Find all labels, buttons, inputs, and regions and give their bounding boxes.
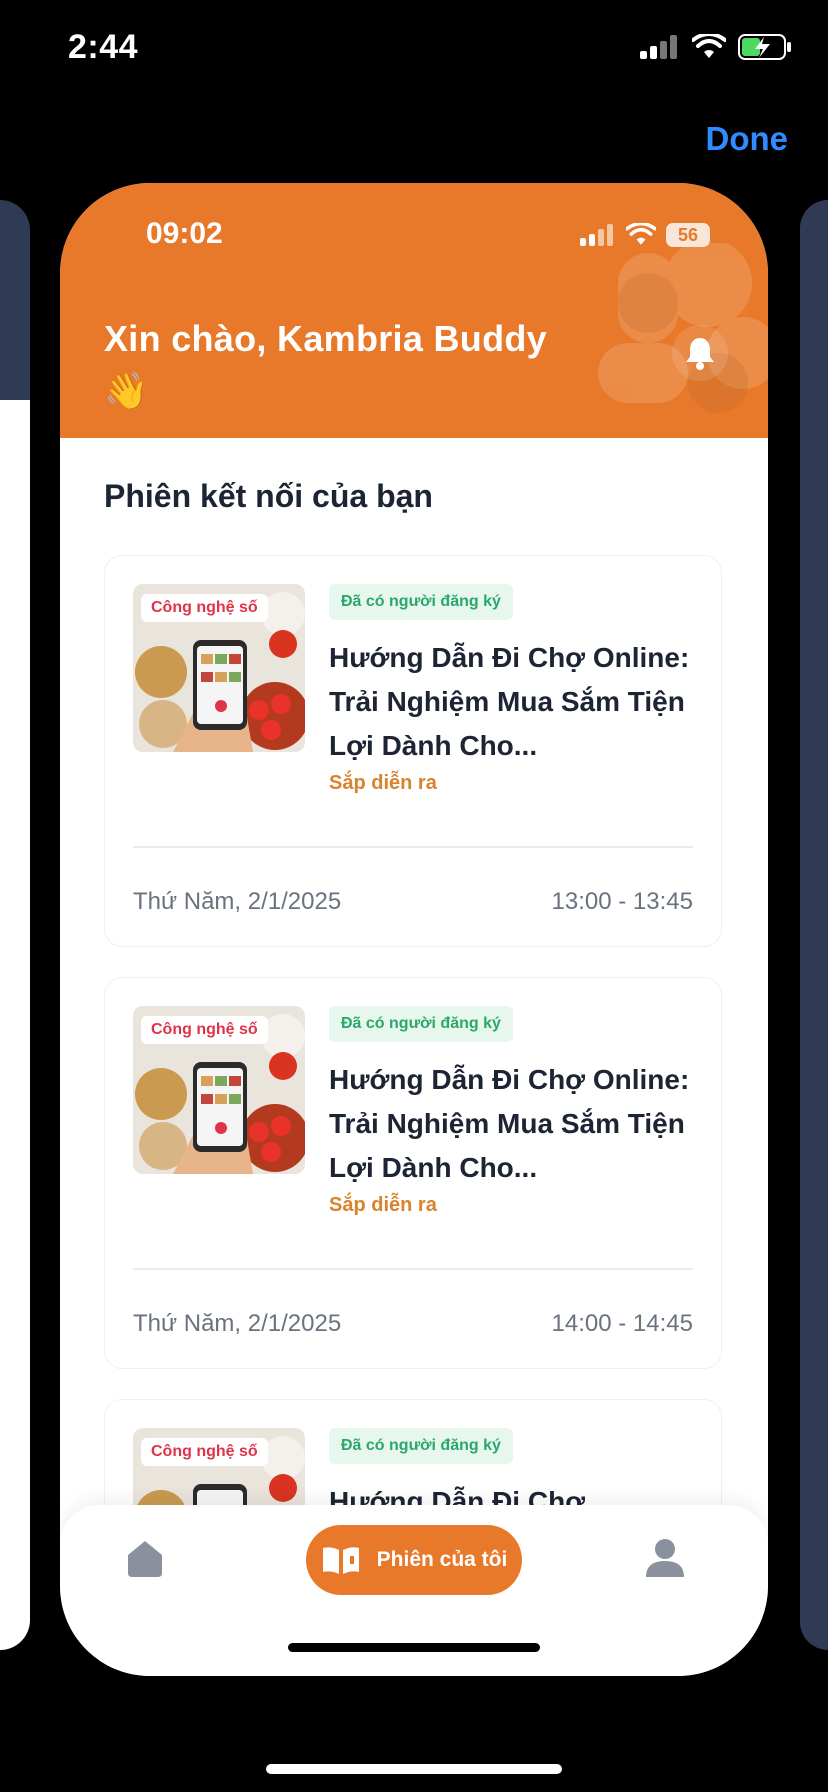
tab-my-sessions-label: Phiên của tôi — [376, 1548, 508, 1571]
app-home-indicator — [288, 1643, 540, 1652]
app-status-icons: 56 — [580, 223, 710, 247]
session-date: Thứ Năm, 2/1/2025 — [133, 1310, 342, 1337]
section-title: Phiên kết nối của bạn — [104, 478, 433, 514]
system-time: 2:44 — [68, 28, 139, 66]
card-divider — [133, 1268, 693, 1270]
category-tag: Công nghệ số — [141, 1438, 268, 1466]
category-tag: Công nghệ số — [141, 594, 268, 622]
system-home-indicator[interactable] — [266, 1764, 562, 1774]
tab-my-sessions[interactable]: Phiên của tôi — [306, 1525, 522, 1595]
session-title: Hướng Dẫn Đi Chợ Online: Trải Nghiệm Mua… — [329, 642, 690, 761]
session-card[interactable]: Công nghệ số Đã có người đăng ký Hướng D… — [104, 977, 722, 1369]
session-date: Thứ Năm, 2/1/2025 — [133, 888, 342, 915]
cellular-signal-icon — [580, 224, 613, 246]
category-tag: Công nghệ số — [141, 1016, 268, 1044]
card-divider — [133, 846, 693, 848]
session-state: Sắp diễn ra — [329, 772, 437, 794]
wifi-icon — [692, 34, 726, 58]
session-time: 13:00 - 13:45 — [551, 888, 693, 915]
app-header: 09:02 56 Xin chào, Kambria Buddy 👋 — [60, 183, 768, 438]
session-time: 14:00 - 14:45 — [551, 1310, 693, 1337]
session-thumbnail: Công nghệ số — [133, 1006, 305, 1174]
app-preview-window[interactable]: 09:02 56 Xin chào, Kambria Buddy 👋 Phiên — [60, 183, 768, 1676]
app-status-time: 09:02 — [146, 217, 223, 250]
session-title: Hướng Dẫn Đi Chợ Online: Trải Nghiệm Mua… — [329, 1064, 690, 1183]
header-decoration — [598, 243, 768, 413]
left-app-preview[interactable] — [0, 200, 30, 1650]
registration-status-badge: Đã có người đăng ký — [329, 1006, 513, 1042]
session-card[interactable]: Công nghệ số Đã có người đăng ký Hướng D… — [104, 555, 722, 947]
registration-status-badge: Đã có người đăng ký — [329, 1428, 513, 1464]
done-button[interactable]: Done — [706, 120, 789, 158]
wifi-icon — [626, 223, 656, 245]
system-status-icons — [640, 34, 792, 60]
cellular-signal-icon — [640, 35, 677, 59]
profile-icon[interactable] — [642, 1535, 688, 1581]
greeting-text: Xin chào, Kambria Buddy 👋 — [104, 318, 547, 411]
battery-level: 56 — [666, 223, 710, 247]
home-icon[interactable] — [122, 1535, 168, 1581]
battery-charging-icon — [738, 34, 791, 60]
notification-button[interactable] — [672, 325, 728, 381]
session-state: Sắp diễn ra — [329, 1194, 437, 1216]
session-thumbnail: Công nghệ số — [133, 584, 305, 752]
bell-icon — [686, 338, 714, 370]
book-icon — [322, 1547, 359, 1574]
registration-status-badge: Đã có người đăng ký — [329, 584, 513, 620]
right-app-preview[interactable] — [800, 200, 828, 1650]
